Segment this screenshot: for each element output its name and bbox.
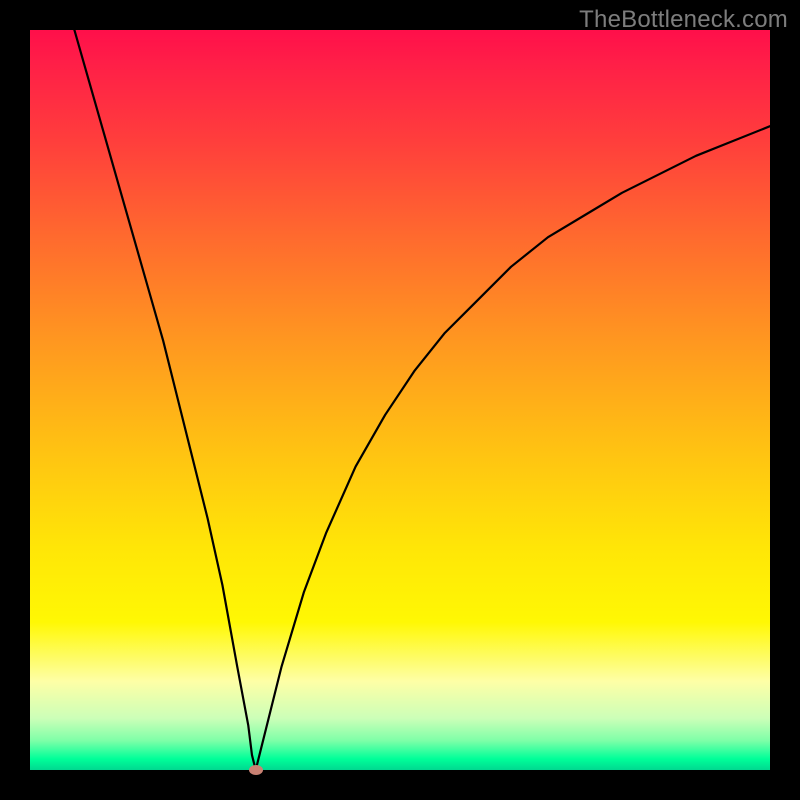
chart-container: TheBottleneck.com [0,0,800,800]
plot-area [30,30,770,770]
bottleneck-curve [30,30,770,770]
minimum-marker [249,765,263,775]
